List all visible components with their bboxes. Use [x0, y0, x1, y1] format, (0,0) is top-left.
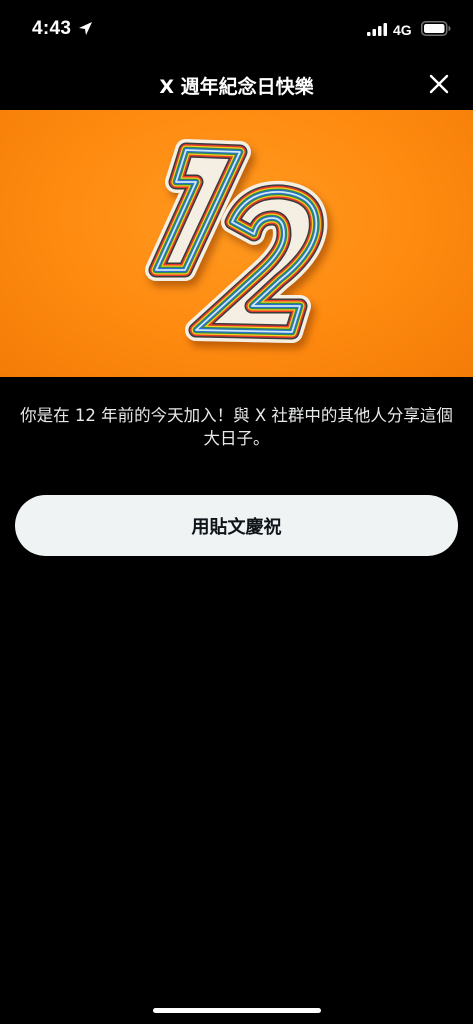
- status-time: 4:43: [32, 18, 72, 39]
- close-icon: [429, 74, 449, 94]
- battery-icon: [421, 21, 451, 36]
- page-title: X 週年紀念日快樂: [159, 76, 314, 98]
- cellular-signal-icon: [367, 23, 387, 36]
- status-bar: 4:43 4G: [0, 0, 473, 58]
- anniversary-hero-image: [0, 110, 473, 377]
- home-indicator[interactable]: [153, 1008, 321, 1013]
- anniversary-number-artwork: [145, 139, 328, 343]
- modal-header: X 週年紀念日快樂: [0, 58, 473, 110]
- anniversary-message: 你是在 12 年前的今天加入！與 X 社群中的其他人分享這個大日子。: [20, 406, 453, 448]
- close-button[interactable]: [423, 68, 455, 100]
- network-type-label: 4G: [393, 22, 412, 38]
- location-arrow-icon: [78, 21, 93, 36]
- celebrate-with-post-button[interactable]: 用貼文慶祝: [15, 495, 458, 556]
